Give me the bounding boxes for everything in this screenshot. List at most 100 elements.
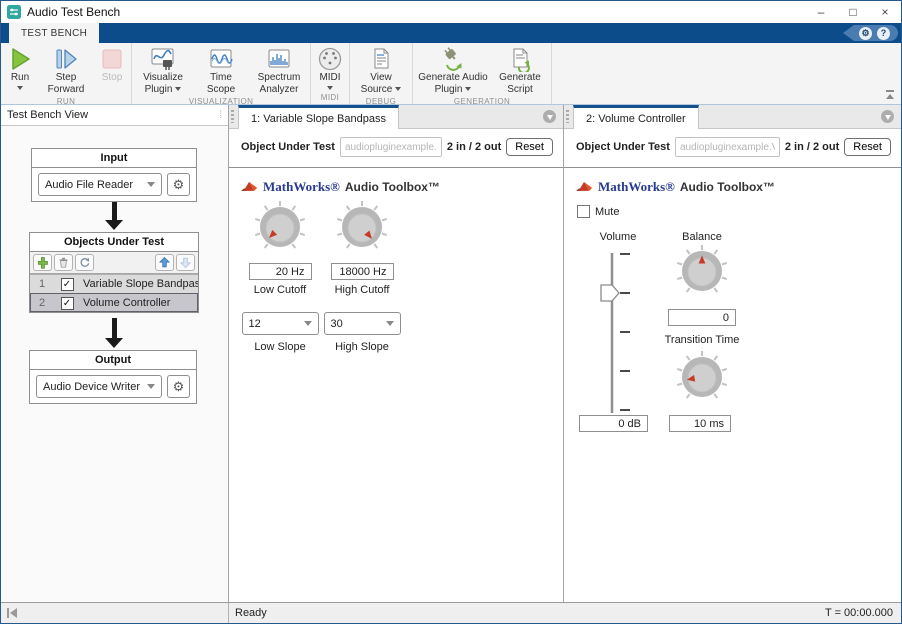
close-button[interactable]: × — [869, 1, 901, 23]
trash-icon — [57, 256, 70, 269]
minimize-button[interactable]: – — [805, 1, 837, 23]
high-cutoff-knob[interactable] — [334, 199, 390, 255]
reset-button[interactable]: Reset — [844, 138, 891, 156]
input-select[interactable]: Audio File Reader — [38, 173, 162, 196]
maximize-button[interactable]: □ — [837, 1, 869, 23]
refresh-objects-button[interactable] — [75, 254, 94, 271]
arrow-up-icon — [158, 256, 171, 269]
status-left-section — [1, 603, 229, 623]
volume-slider[interactable] — [592, 249, 640, 417]
chevron-down-icon — [386, 321, 394, 326]
volume-body: Object Under Test 2 in / 2 out Reset Mat… — [564, 129, 901, 602]
bandpass-controls: Low Cutoff High Cutoff 12 30 Low Slope H… — [239, 199, 403, 353]
visualize-plugin-button[interactable]: Visualize Plugin — [134, 45, 192, 97]
flow-arrow-down — [104, 202, 124, 230]
balance-value[interactable] — [668, 309, 736, 326]
mute-control[interactable]: Mute — [577, 205, 619, 218]
low-cutoff-knob[interactable] — [252, 199, 308, 255]
volume-slider-handle[interactable] — [601, 285, 619, 301]
bandpass-tabbar: 1: Variable Slope Bandpass — [229, 105, 563, 129]
object-row-1[interactable]: 1 ✓ Variable Slope Bandpass — [30, 274, 198, 293]
brand-row: MathWorks® Audio Toolbox™ — [241, 179, 440, 195]
reset-button[interactable]: Reset — [506, 138, 553, 156]
dropdown-arrow-icon — [395, 87, 401, 91]
chevron-down-icon — [147, 182, 155, 187]
transition-time-label: Transition Time — [646, 334, 758, 346]
volume-tabbar: 2: Volume Controller — [564, 105, 901, 129]
object-under-test-label: Object Under Test — [241, 141, 335, 153]
object-class-field[interactable] — [340, 137, 442, 157]
spectrum-analyzer-icon — [266, 46, 292, 72]
volume-panel: 2: Volume Controller Object Under Test 2… — [564, 105, 901, 602]
collapse-ribbon-icon[interactable] — [883, 89, 897, 101]
group-label-run: RUN — [3, 97, 129, 108]
run-button[interactable]: Run — [3, 45, 37, 91]
group-run: Run Step Forward Stop RUN — [1, 43, 132, 104]
collapse-panel-icon[interactable] — [543, 110, 556, 123]
bandpass-panel: 1: Variable Slope Bandpass Object Under … — [229, 105, 564, 602]
high-cutoff-value[interactable] — [331, 263, 394, 280]
ribbon-tabstrip: TEST BENCH ⚙ ? — [1, 23, 901, 43]
move-up-button[interactable] — [155, 254, 174, 271]
high-slope-select[interactable]: 30 — [324, 312, 401, 335]
help-icon[interactable]: ? — [877, 27, 890, 40]
mathworks-logo-icon — [241, 180, 258, 194]
input-settings-button[interactable]: ⚙ — [167, 173, 190, 196]
panel-grip-icon[interactable] — [566, 110, 569, 123]
object-class-field[interactable] — [675, 137, 780, 157]
collapse-panel-icon[interactable] — [881, 110, 894, 123]
main-content: Test Bench View ⁞ Input Audio File Reade… — [1, 105, 901, 602]
balance-knob[interactable] — [674, 243, 730, 299]
high-slope-label: High Slope — [335, 341, 389, 353]
midi-button[interactable]: MIDI — [313, 45, 347, 91]
time-scope-button[interactable]: Time Scope — [192, 45, 250, 97]
low-slope-select[interactable]: 12 — [242, 312, 319, 335]
panel-grip-icon[interactable]: ⁞ — [219, 110, 222, 121]
group-visualization: Visualize Plugin Time Scope Spectru — [132, 43, 311, 104]
output-select[interactable]: Audio Device Writer — [36, 375, 162, 398]
signal-flow-diagram: Input Audio File Reader ⚙ Objects Under … — [1, 126, 228, 602]
generate-script-icon — [507, 46, 533, 72]
output-settings-button[interactable]: ⚙ — [167, 375, 190, 398]
chevron-down-icon — [147, 384, 155, 389]
tab-variable-slope-bandpass[interactable]: 1: Variable Slope Bandpass — [238, 105, 399, 129]
group-generation: Generate Audio Plugin Generate Script GE… — [413, 43, 552, 104]
delete-object-button[interactable] — [54, 254, 73, 271]
volume-value[interactable] — [579, 415, 648, 432]
transition-time-value[interactable] — [669, 415, 731, 432]
low-cutoff-label: Low Cutoff — [254, 284, 306, 296]
low-cutoff-value[interactable] — [249, 263, 312, 280]
dropdown-arrow-icon — [465, 87, 471, 91]
settings-sync-icon[interactable]: ⚙ — [859, 27, 872, 40]
status-bar: Ready T = 00:00.000 — [1, 602, 901, 623]
panel-title: Test Bench View — [7, 109, 88, 121]
dropdown-arrow-icon — [175, 87, 181, 91]
stop-icon — [99, 46, 125, 72]
collapse-left-panel-icon[interactable] — [6, 607, 18, 619]
transition-time-knob[interactable] — [674, 349, 730, 405]
generate-audio-plugin-button[interactable]: Generate Audio Plugin — [415, 45, 491, 97]
object-row-2[interactable]: 2 ✓ Volume Controller — [30, 293, 198, 312]
stop-button[interactable]: Stop — [95, 45, 129, 85]
panel-grip-icon[interactable] — [231, 110, 234, 123]
product-name: Audio Toolbox™ — [345, 180, 440, 194]
add-object-button[interactable] — [33, 254, 52, 271]
tab-volume-controller[interactable]: 2: Volume Controller — [573, 105, 699, 129]
object-2-checkbox[interactable]: ✓ — [61, 297, 74, 310]
arrow-down-icon — [179, 256, 192, 269]
add-icon — [36, 256, 49, 269]
tab-test-bench[interactable]: TEST BENCH — [9, 23, 99, 43]
dropdown-arrow-icon — [17, 86, 23, 90]
mute-checkbox[interactable] — [577, 205, 590, 218]
mute-label: Mute — [595, 206, 619, 218]
test-bench-view-panel: Test Bench View ⁞ Input Audio File Reade… — [1, 105, 229, 602]
spectrum-analyzer-button[interactable]: Spectrum Analyzer — [250, 45, 308, 97]
view-source-button[interactable]: View Source — [352, 45, 410, 97]
move-down-button[interactable] — [176, 254, 195, 271]
generate-script-button[interactable]: Generate Script — [491, 45, 549, 97]
object-1-checkbox[interactable]: ✓ — [61, 278, 74, 291]
product-name: Audio Toolbox™ — [680, 180, 775, 194]
toolstrip: Run Step Forward Stop RUN — [1, 43, 901, 105]
midi-icon — [317, 46, 343, 72]
step-forward-button[interactable]: Step Forward — [37, 45, 95, 97]
